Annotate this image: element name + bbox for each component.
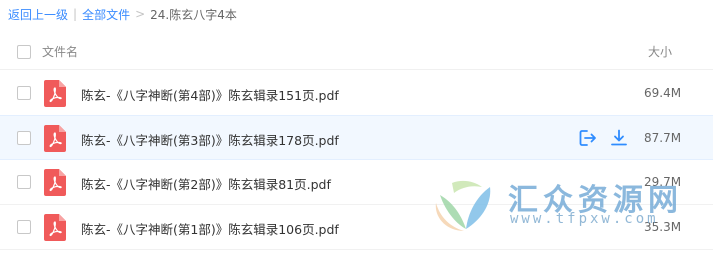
row-checkbox[interactable] (17, 86, 31, 100)
share-icon[interactable] (578, 128, 598, 148)
breadcrumb-separator: | (73, 7, 78, 21)
file-name[interactable]: 陈玄-《八字神断(第3部)》陈玄辑录178页.pdf (81, 130, 339, 149)
pdf-icon (44, 125, 66, 152)
pdf-icon (44, 214, 66, 241)
pdf-icon (44, 80, 66, 107)
file-row[interactable]: 陈玄-《八字神断(第3部)》陈玄辑录178页.pdf 87.7M (0, 115, 713, 160)
select-all-checkbox[interactable] (17, 45, 31, 59)
file-row[interactable]: 陈玄-《八字神断(第1部)》陈玄辑录106页.pdf 35.3M (0, 205, 713, 250)
row-checkbox[interactable] (17, 131, 31, 145)
pdf-icon (44, 169, 66, 196)
row-checkbox[interactable] (17, 175, 31, 189)
file-name[interactable]: 陈玄-《八字神断(第2部)》陈玄辑录81页.pdf (81, 174, 331, 193)
file-list-header: 文件名 大小 (0, 32, 713, 70)
file-row[interactable]: 陈玄-《八字神断(第2部)》陈玄辑录81页.pdf 29.7M (0, 160, 713, 205)
file-size: 29.7M (644, 175, 682, 189)
file-size: 35.3M (644, 220, 682, 234)
column-header-name[interactable]: 文件名 (42, 43, 78, 60)
breadcrumb: 返回上一级 | 全部文件 > 24.陈玄八字4本 (8, 6, 237, 22)
current-folder: 24.陈玄八字4本 (150, 7, 237, 22)
file-size: 87.7M (644, 131, 682, 145)
file-row[interactable]: 陈玄-《八字神断(第4部)》陈玄辑录151页.pdf 69.4M (0, 71, 713, 116)
file-name[interactable]: 陈玄-《八字神断(第4部)》陈玄辑录151页.pdf (81, 85, 339, 104)
file-size: 69.4M (644, 86, 682, 100)
download-icon[interactable] (609, 128, 629, 148)
all-files-link[interactable]: 全部文件 (82, 6, 130, 23)
column-header-size[interactable]: 大小 (648, 43, 672, 60)
file-name[interactable]: 陈玄-《八字神断(第1部)》陈玄辑录106页.pdf (81, 219, 339, 238)
breadcrumb-arrow: > (135, 7, 146, 21)
row-checkbox[interactable] (17, 220, 31, 234)
back-link[interactable]: 返回上一级 (8, 6, 68, 23)
